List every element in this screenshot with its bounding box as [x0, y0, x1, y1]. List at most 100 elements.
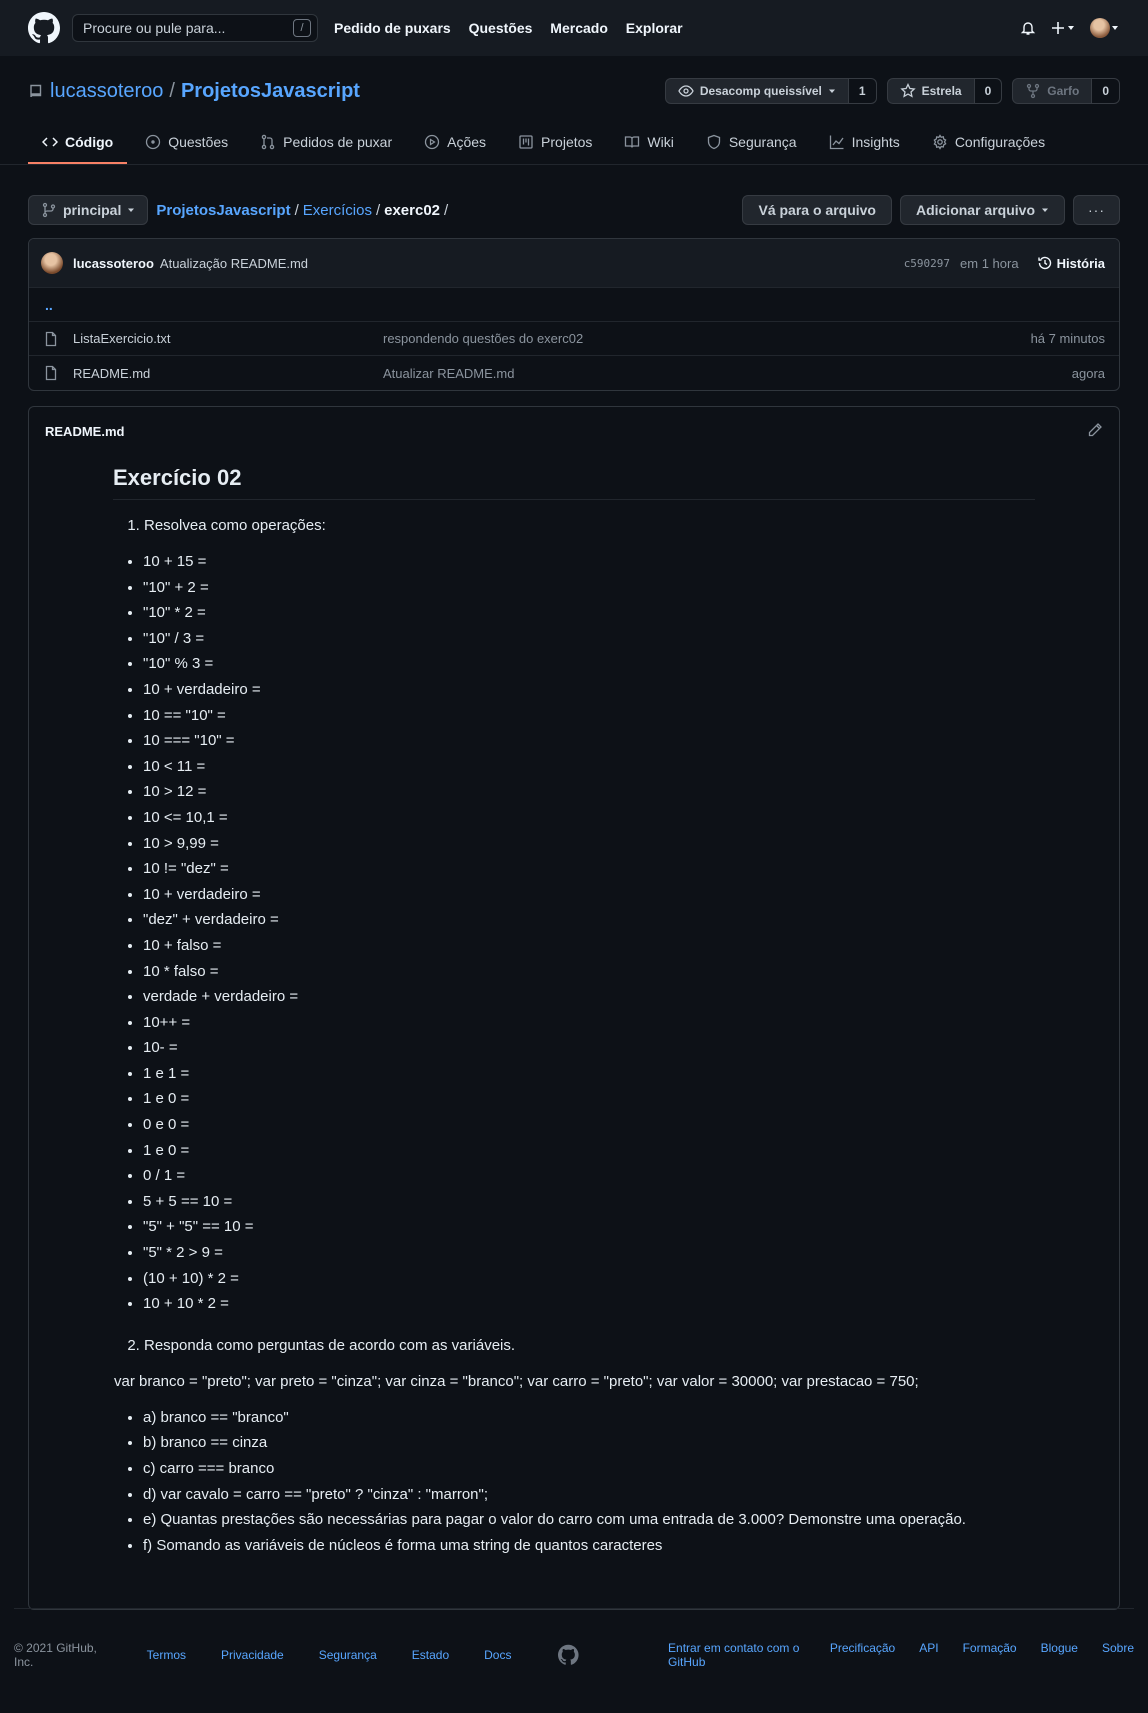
- repo-header: lucassoteroo / ProjetosJavascript Desaco…: [0, 56, 1148, 165]
- nav-issues[interactable]: Questões: [469, 20, 533, 36]
- tab-actions[interactable]: Ações: [410, 122, 500, 164]
- operation-item: "dez" + verdadeiro =: [143, 912, 1035, 938]
- tab-pull-requests[interactable]: Pedidos de puxar: [246, 122, 406, 164]
- issue-icon: [146, 134, 161, 150]
- operation-item: 10- =: [143, 1040, 1035, 1066]
- search-placeholder: Procure ou pule para...: [83, 20, 226, 36]
- watch-button[interactable]: Desacomp queissível: [664, 78, 849, 104]
- repo-owner-link[interactable]: lucassoteroo: [50, 80, 163, 103]
- file-name-link[interactable]: README.md: [73, 366, 150, 381]
- code-icon: [42, 137, 58, 147]
- add-file-button[interactable]: Adicionar arquivo: [899, 195, 1065, 225]
- commit-message-link[interactable]: Atualização README.md: [160, 256, 308, 271]
- fork-label: Garfo: [1047, 84, 1080, 98]
- tab-projects[interactable]: Projetos: [504, 122, 606, 164]
- fork-count[interactable]: 0: [1092, 78, 1120, 104]
- branch-select-button[interactable]: principal: [28, 195, 149, 225]
- footer-link-security[interactable]: Segurança: [319, 1648, 377, 1662]
- footer-link-status[interactable]: Estado: [412, 1648, 449, 1662]
- footer-link-docs[interactable]: Docs: [484, 1648, 511, 1662]
- operation-item: 0 e 0 =: [143, 1117, 1035, 1143]
- github-logo-icon[interactable]: [28, 12, 60, 44]
- repo-name-link[interactable]: ProjetosJavascript: [181, 80, 360, 103]
- tab-insights[interactable]: Insights: [815, 122, 914, 164]
- chevron-down-icon: [1042, 208, 1048, 212]
- tab-code[interactable]: Código: [28, 122, 128, 164]
- star-icon: [899, 83, 916, 98]
- readme-title: Exercício 02: [113, 467, 1035, 500]
- file-row[interactable]: ListaExercicio.txt respondendo questões …: [29, 322, 1119, 356]
- chevron-down-icon: [1112, 26, 1118, 30]
- book-icon: [625, 136, 640, 148]
- chevron-down-icon: [128, 208, 135, 212]
- readme-body: Exercício 02 Resolvea como operações: 10…: [29, 455, 1119, 1609]
- nav-pull-requests[interactable]: Pedido de puxars: [334, 20, 451, 36]
- history-label: História: [1056, 255, 1105, 271]
- tab-wiki[interactable]: Wiki: [610, 122, 687, 164]
- star-label: Estrela: [921, 84, 962, 98]
- readme-filename: README.md: [45, 423, 125, 439]
- create-new-plus-icon[interactable]: [1050, 20, 1076, 36]
- avatar[interactable]: [41, 252, 63, 274]
- operation-item: verdade + verdadeiro =: [143, 989, 1035, 1015]
- bell-icon[interactable]: [1020, 20, 1036, 36]
- tab-settings[interactable]: Configurações: [918, 122, 1059, 164]
- eye-icon: [678, 85, 694, 97]
- file-name-link[interactable]: ListaExercicio.txt: [73, 331, 171, 346]
- star-count[interactable]: 0: [974, 78, 1003, 104]
- operation-item: 1 e 0 =: [143, 1143, 1035, 1169]
- file-navigation: principal ProjetosJavascript / Exercício…: [28, 195, 1120, 225]
- commit-sha-link[interactable]: c590297: [904, 257, 950, 270]
- operation-item: 10 + verdadeiro =: [143, 682, 1035, 708]
- fork-button[interactable]: Garfo: [1012, 78, 1093, 104]
- file-icon: [45, 365, 57, 381]
- repo-separator: /: [169, 79, 175, 102]
- star-group: Estrela 0: [886, 78, 1003, 104]
- github-mark-icon[interactable]: [558, 1644, 580, 1666]
- footer-link-contact[interactable]: Entrar em contato com o GitHub: [668, 1641, 806, 1669]
- star-button[interactable]: Estrela: [886, 78, 975, 104]
- more-options-button[interactable]: ···: [1073, 195, 1120, 225]
- footer-link-api[interactable]: API: [919, 1641, 938, 1669]
- footer-link-training[interactable]: Formação: [963, 1641, 1017, 1669]
- footer-link-pricing[interactable]: Precificação: [830, 1641, 895, 1669]
- tab-security[interactable]: Segurança: [692, 122, 811, 164]
- breadcrumb-current: exerc02: [384, 201, 441, 219]
- operation-item: 10 + falso =: [143, 938, 1035, 964]
- parent-directory-link[interactable]: ..: [29, 288, 1119, 322]
- footer-link-privacy[interactable]: Privacidade: [221, 1648, 284, 1662]
- goto-file-button[interactable]: Vá para o arquivo: [742, 195, 892, 225]
- history-link[interactable]: História: [1037, 255, 1105, 271]
- footer-link-terms[interactable]: Termos: [147, 1648, 186, 1662]
- commit-author-link[interactable]: lucassoteroo: [73, 256, 154, 271]
- file-commit-message[interactable]: respondendo questões do exerc02: [383, 331, 1031, 346]
- nav-marketplace[interactable]: Mercado: [550, 20, 608, 36]
- shield-icon: [707, 134, 720, 150]
- fork-group: Garfo 0: [1012, 78, 1120, 104]
- operation-item: 10 > 12 =: [143, 784, 1035, 810]
- tab-issues[interactable]: Questões: [131, 122, 242, 164]
- footer-link-about[interactable]: Sobre: [1102, 1641, 1134, 1669]
- operation-item: 10 + verdadeiro =: [143, 887, 1035, 913]
- tab-insights-label: Insights: [851, 134, 900, 150]
- question-1: Resolvea como operações:: [144, 518, 1035, 538]
- question-item: a) branco == "branco": [143, 1410, 1035, 1436]
- tab-settings-label: Configurações: [954, 134, 1046, 150]
- breadcrumb-root-link[interactable]: ProjetosJavascript: [156, 202, 290, 219]
- user-avatar-menu[interactable]: [1090, 18, 1120, 38]
- pencil-icon[interactable]: [1087, 422, 1103, 441]
- breadcrumb-dir-link[interactable]: Exercícios: [303, 202, 372, 219]
- commit-time: em 1 hora: [960, 255, 1019, 271]
- question-item: d) var cavalo = carro == "preto" ? "cinz…: [143, 1487, 1035, 1513]
- question-2: Responda como perguntas de acordo com as…: [144, 1338, 1035, 1358]
- breadcrumb-separator: /: [375, 201, 381, 219]
- search-input[interactable]: Procure ou pule para... /: [72, 14, 318, 42]
- question-item: c) carro === branco: [143, 1461, 1035, 1487]
- nav-explore[interactable]: Explorar: [626, 20, 683, 36]
- file-row[interactable]: README.md Atualizar README.md agora: [29, 356, 1119, 390]
- operation-item: 10 < 11 =: [143, 759, 1035, 785]
- file-age: há 7 minutos: [1030, 331, 1105, 346]
- footer-link-blog[interactable]: Blogue: [1041, 1641, 1078, 1669]
- watch-count[interactable]: 1: [848, 78, 877, 104]
- file-commit-message[interactable]: Atualizar README.md: [383, 366, 1072, 381]
